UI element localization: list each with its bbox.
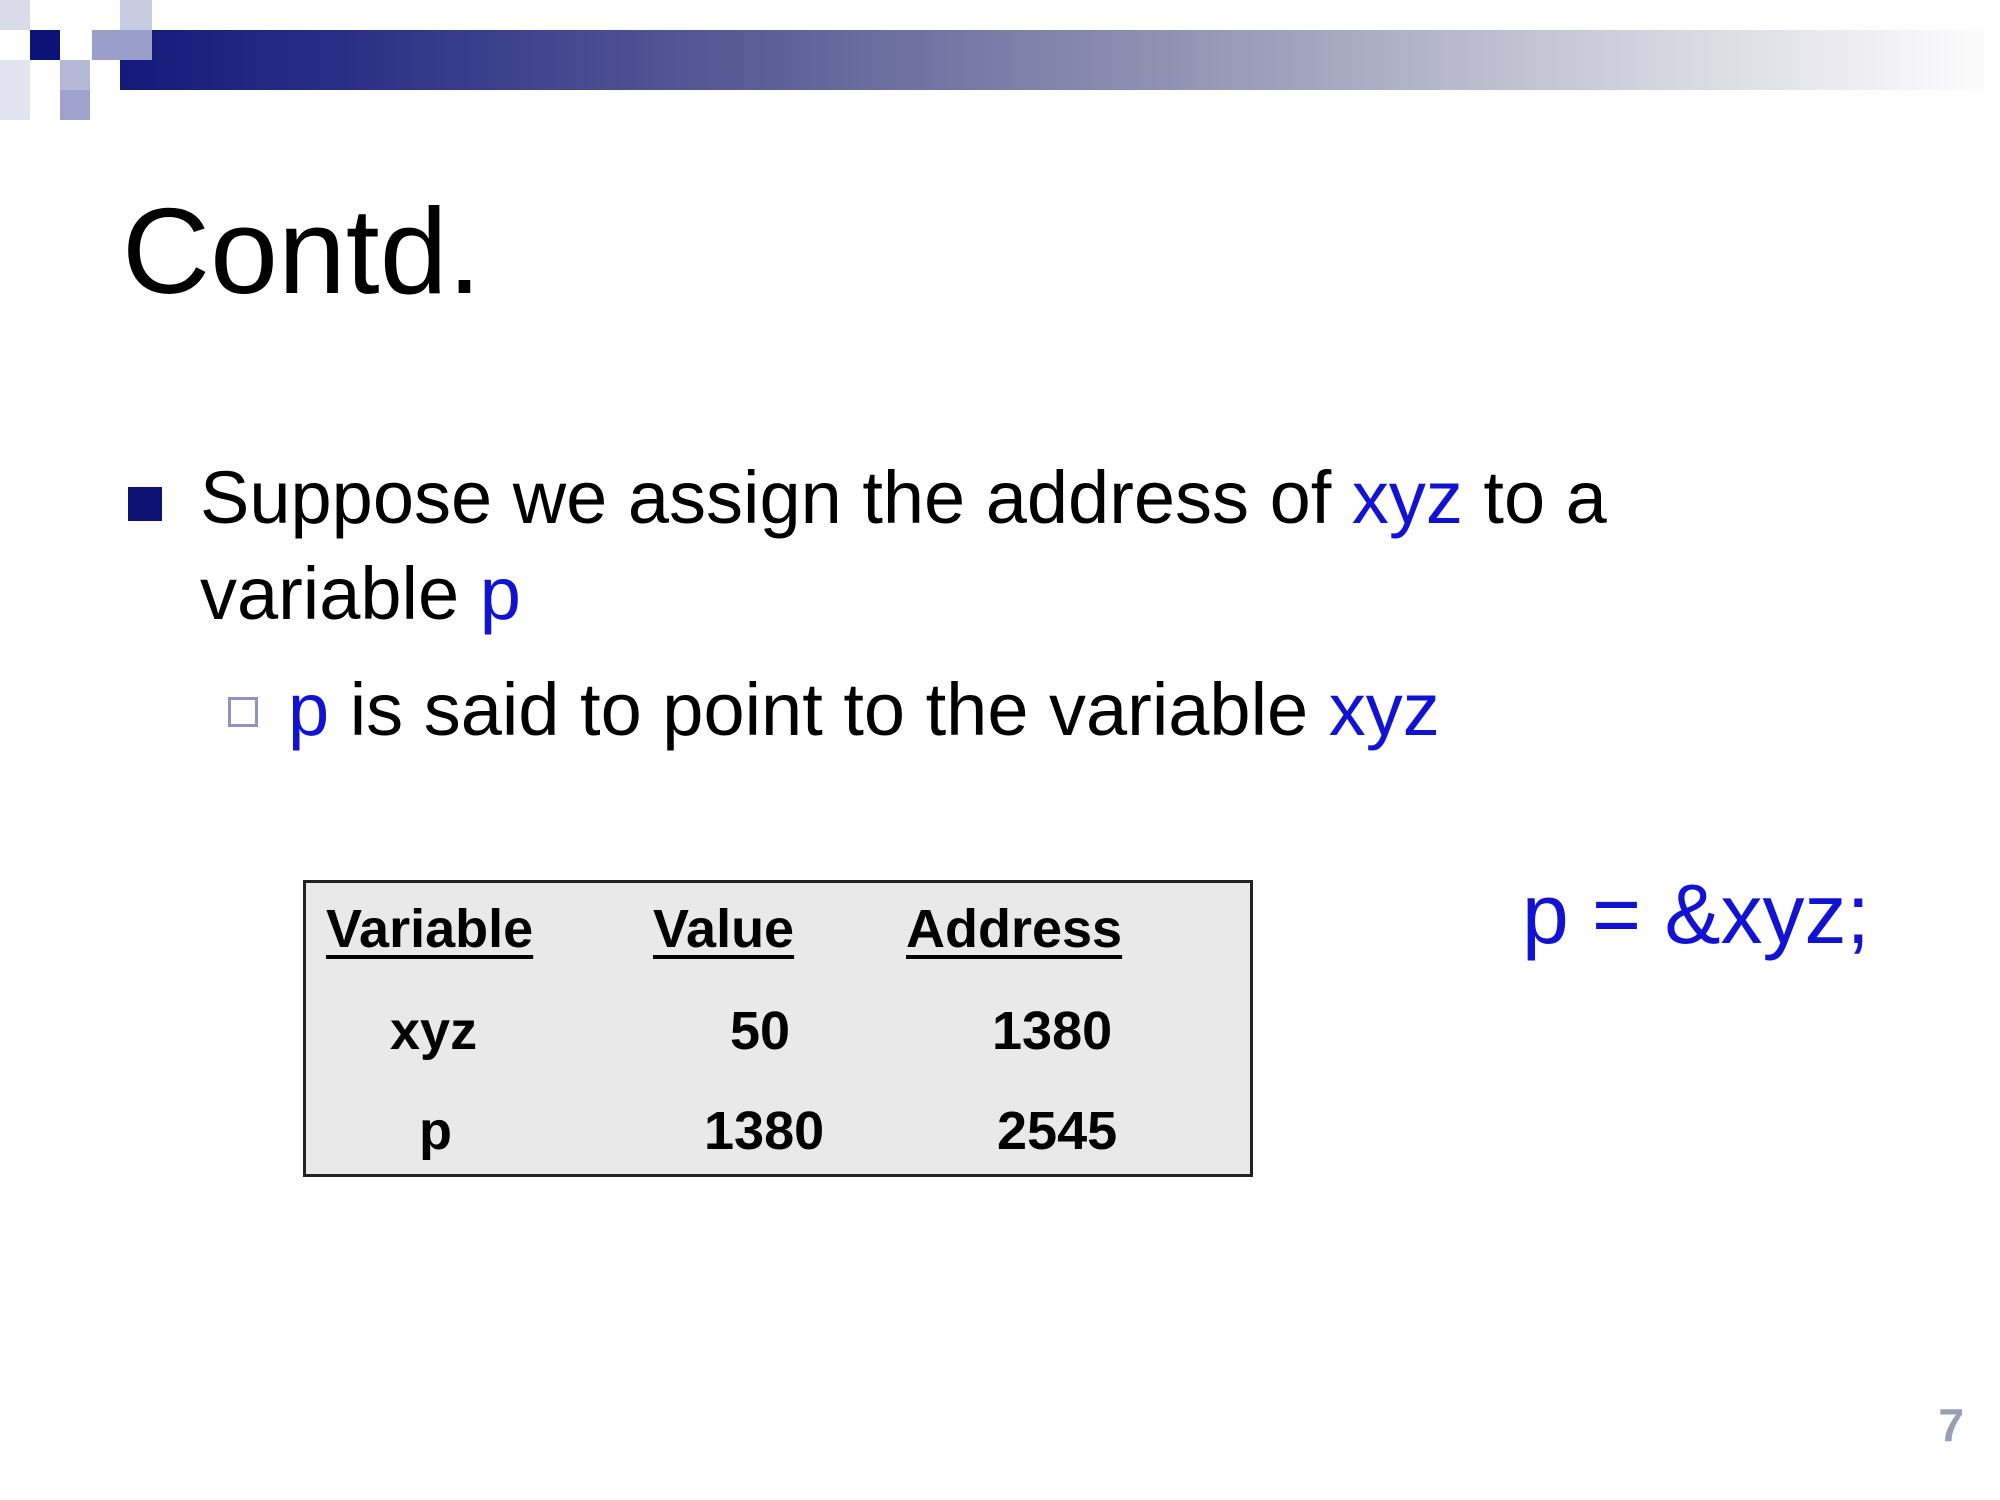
bullet-level2-text: p is said to point to the variable xyz (288, 662, 1440, 758)
slide: Contd. Suppose we assign the address of … (0, 0, 2000, 1500)
table-header-address: Address (906, 899, 1123, 959)
header-gradient-bar (120, 30, 2000, 90)
slide-title: Contd. (122, 183, 482, 319)
decor-square (0, 0, 30, 30)
decor-square (60, 60, 90, 90)
table-header-value: Value (653, 899, 795, 959)
decor-square (30, 30, 60, 60)
bullet1-text-a: Suppose we assign the address of (200, 456, 1352, 539)
decor-square (0, 60, 30, 120)
table-cell-value-1380: 1380 (704, 1101, 825, 1161)
decor-square (120, 0, 152, 30)
table-header-variable: Variable (326, 899, 534, 959)
bullet1-code-xyz: xyz (1351, 456, 1463, 539)
decor-square (60, 90, 90, 120)
filled-square-bullet-icon (128, 487, 162, 521)
page-number: 7 (1938, 1399, 1964, 1451)
bullet2-code-p: p (288, 668, 330, 751)
decor-square (92, 30, 152, 60)
variable-memory-table: Variable Value Address xyz 50 1380 p 138… (303, 880, 1253, 1177)
table-cell-variable-xyz: xyz (390, 1001, 478, 1061)
table-cell-address-2545: 2545 (997, 1101, 1118, 1161)
code-expression: p = &xyz; (1522, 867, 1870, 961)
hollow-square-bullet-icon (228, 697, 258, 727)
bullet2-code-xyz: xyz (1328, 668, 1440, 751)
bullet2-text-a: is said to point to the variable (329, 668, 1329, 751)
bullet1-code-p: p (479, 552, 521, 635)
table-cell-variable-p: p (419, 1101, 452, 1161)
bullet-level1-text: Suppose we assign the address of xyz to … (200, 450, 1760, 642)
table-cell-address-1380: 1380 (992, 1001, 1113, 1061)
table-cell-value-50: 50 (730, 1001, 791, 1061)
